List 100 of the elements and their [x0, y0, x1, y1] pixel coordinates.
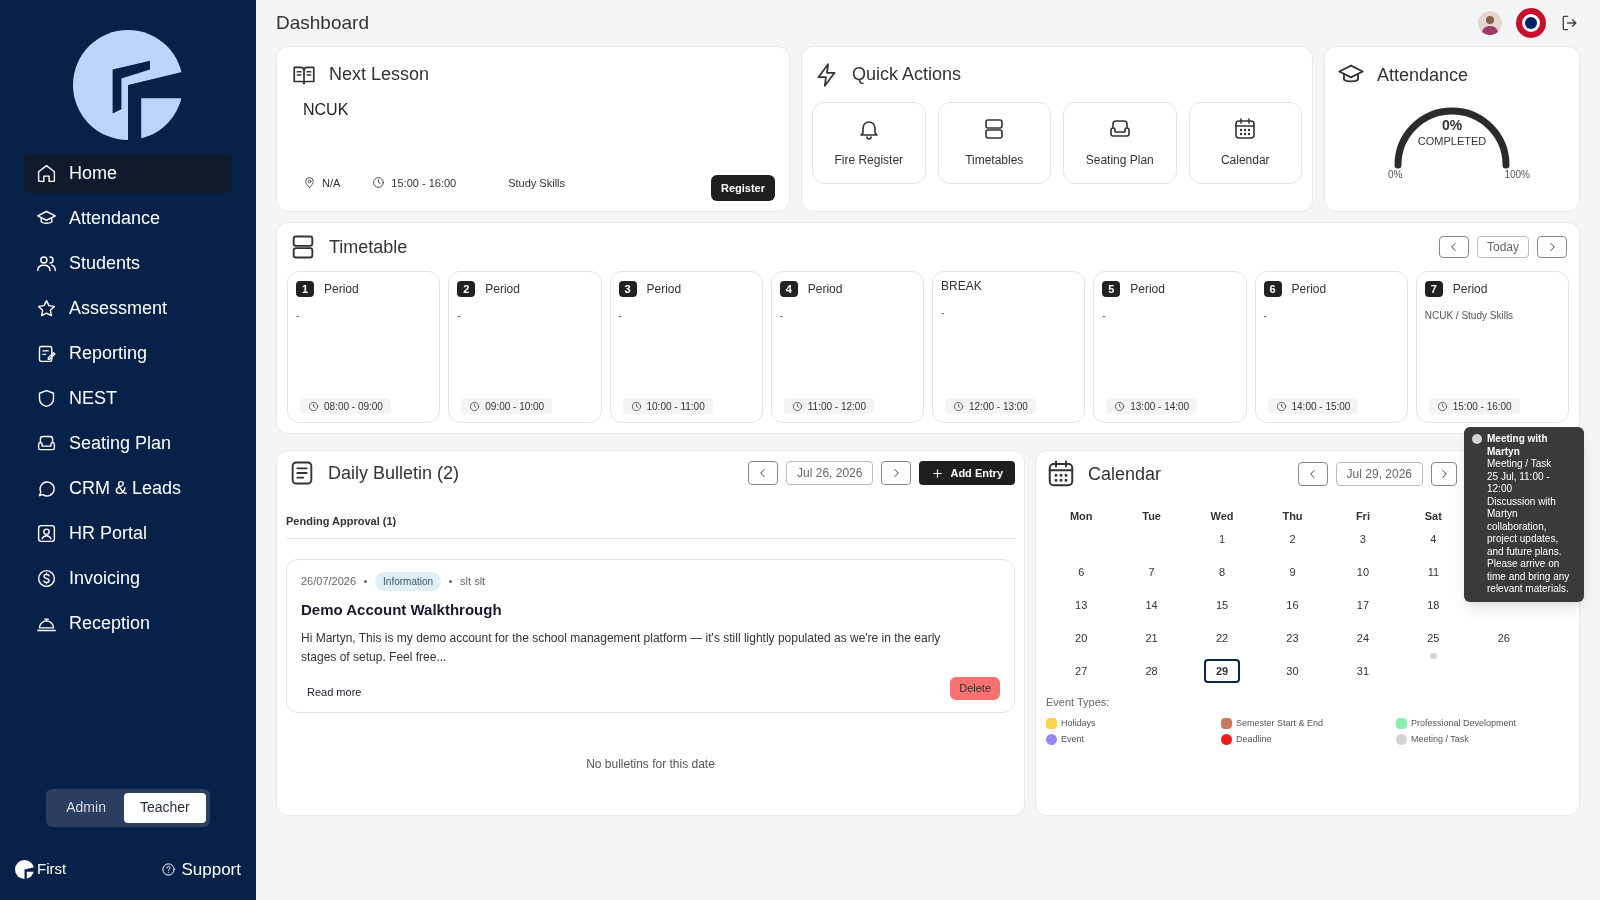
home-icon	[36, 163, 57, 184]
nav-item[interactable]: NEST	[24, 379, 232, 418]
category-tag: Information	[375, 571, 442, 591]
weekday-label: Thu	[1282, 508, 1303, 524]
nav-item[interactable]: Attendance	[24, 199, 232, 238]
card-title: Next Lesson	[329, 63, 430, 86]
time-chip: 13:00 - 14:00	[1106, 398, 1198, 414]
legend-label: Meeting / Task	[1411, 733, 1469, 746]
previous-button[interactable]	[748, 461, 779, 485]
calendar-day[interactable]: 14	[1145, 597, 1158, 614]
calendar-day[interactable]: 7	[1148, 564, 1155, 581]
help-icon	[161, 861, 177, 877]
calendar-day[interactable]: 4	[1430, 531, 1437, 548]
time-chip: 12:00 - 13:00	[945, 398, 1036, 414]
nav-item[interactable]: Students	[24, 244, 232, 283]
language-flag-icon[interactable]	[1516, 8, 1546, 38]
calendar-day[interactable]: 13	[1075, 597, 1088, 614]
quick-action-button[interactable]: Fire Register	[812, 102, 926, 184]
calendar-day[interactable]: 3	[1359, 531, 1366, 548]
calendar-day[interactable]: 11	[1427, 564, 1440, 581]
quick-action-button[interactable]: Seating Plan	[1063, 102, 1177, 184]
clock-icon	[630, 400, 642, 412]
calendar-day[interactable]: 6	[1078, 564, 1085, 581]
card-title: Daily Bulletin (2)	[328, 461, 460, 485]
calendar-day[interactable]: 31	[1356, 663, 1370, 680]
calendar-day[interactable]: 24	[1356, 630, 1370, 647]
calendar-day[interactable]: 9	[1289, 564, 1296, 581]
time-chip: 14:00 - 15:00	[1267, 398, 1359, 414]
clipboard-edit-icon	[36, 343, 57, 364]
calendar-day[interactable]: 16	[1286, 597, 1299, 614]
quick-action-button[interactable]: Calendar	[1188, 102, 1302, 184]
lesson-time: 15:00 - 16:00	[391, 175, 457, 191]
calendar-day[interactable]: 21	[1145, 630, 1158, 647]
next-button[interactable]	[1537, 236, 1567, 258]
support-link[interactable]: Support	[161, 856, 241, 882]
card-title: Timetable	[329, 235, 408, 259]
avatar[interactable]	[1478, 11, 1502, 35]
calendar-day[interactable]: 8	[1219, 564, 1226, 581]
role-tab[interactable]: Teacher	[123, 792, 206, 823]
weekday-label: Mon	[1069, 508, 1093, 524]
nav-item[interactable]: CRM & Leads	[24, 469, 232, 508]
clock-icon	[953, 400, 964, 412]
clock-icon	[1436, 400, 1448, 412]
period-detail: -	[941, 306, 946, 320]
calendar-day[interactable]: 15	[1215, 597, 1229, 614]
weekday-label: Tue	[1142, 508, 1161, 524]
calendar-day[interactable]: 30	[1286, 663, 1299, 680]
next-button[interactable]	[881, 461, 912, 485]
role-tab[interactable]: Admin	[50, 792, 122, 823]
clock-icon	[1114, 400, 1126, 412]
period-detail: NCUK / Study Skills	[1424, 309, 1515, 323]
register-button[interactable]: Register	[710, 174, 775, 201]
quick-action-button[interactable]: Timetables	[937, 102, 1051, 184]
nav-item[interactable]: HR Portal	[24, 514, 232, 553]
previous-button[interactable]	[1297, 462, 1328, 486]
read-more-link[interactable]: Read more	[307, 683, 362, 700]
shield-icon	[36, 388, 57, 409]
calendar-day[interactable]: 27	[1075, 663, 1088, 680]
plus-icon	[931, 466, 945, 480]
calendar-day[interactable]: 2	[1289, 531, 1296, 548]
calendar-day[interactable]: 28	[1145, 663, 1158, 680]
brand-logo-icon	[15, 859, 34, 879]
event-title: Meeting with Martyn	[1487, 433, 1549, 458]
entry-body: Hi Martyn, This is my demo account for the school management platform — it's still lightly populated as we're in the early stages of setup. Feel free...	[301, 630, 942, 666]
legend-label: Event	[1061, 733, 1084, 746]
entry-date: 26/07/2026	[301, 573, 357, 589]
calendar-day[interactable]: 25	[1427, 630, 1440, 647]
event-time: 25 Jul, 11:00 - 12:00	[1487, 470, 1551, 496]
next-button[interactable]	[1431, 462, 1457, 486]
date-picker[interactable]: Jul 26, 2026	[786, 461, 874, 485]
time-chip: 08:00 - 09:00	[300, 398, 391, 414]
calendar-day[interactable]: 10	[1356, 564, 1370, 581]
entry-title: Demo Account Walkthrough	[301, 599, 503, 620]
calendar-day[interactable]: 17	[1356, 597, 1370, 614]
calendar-day[interactable]: 18	[1427, 597, 1440, 614]
time-chip: 10:00 - 11:00	[622, 398, 713, 414]
nav-item[interactable]: Assessment	[24, 289, 232, 328]
delete-button[interactable]: Delete	[950, 677, 1000, 700]
calendar-day[interactable]: 1	[1219, 531, 1226, 548]
period-detail: -	[1102, 309, 1107, 323]
add-entry-button[interactable]: Add Entry	[919, 461, 1015, 485]
event-description: Discussion with Martyn collaboration, project updates, and future plans. Please arrive on time and bring any relevant materials.	[1487, 495, 1571, 596]
weekday-label: Sat	[1424, 508, 1442, 524]
previous-button[interactable]	[1438, 236, 1469, 258]
calendar-day[interactable]: 29	[1204, 659, 1241, 683]
brand-name: First	[37, 859, 67, 879]
calendar-day[interactable]: 20	[1075, 630, 1088, 647]
nav-item[interactable]: Invoicing	[24, 559, 232, 598]
nav-item[interactable]: Reporting	[24, 334, 232, 373]
date-picker[interactable]: Jul 29, 2026	[1335, 462, 1423, 486]
calendar-day[interactable]: 22	[1215, 630, 1229, 647]
clock-icon	[791, 400, 803, 412]
calendar-day[interactable]: 26	[1497, 630, 1510, 647]
time-chip: 09:00 - 10:00	[461, 398, 553, 414]
calendar-day[interactable]: 23	[1286, 630, 1299, 647]
nav-item[interactable]: Reception	[24, 604, 232, 643]
attendance-caption: COMPLETED	[1417, 134, 1487, 149]
today-button[interactable]: Today	[1476, 236, 1529, 258]
nav-item[interactable]: Home	[24, 154, 232, 193]
nav-item[interactable]: Seating Plan	[24, 424, 232, 463]
